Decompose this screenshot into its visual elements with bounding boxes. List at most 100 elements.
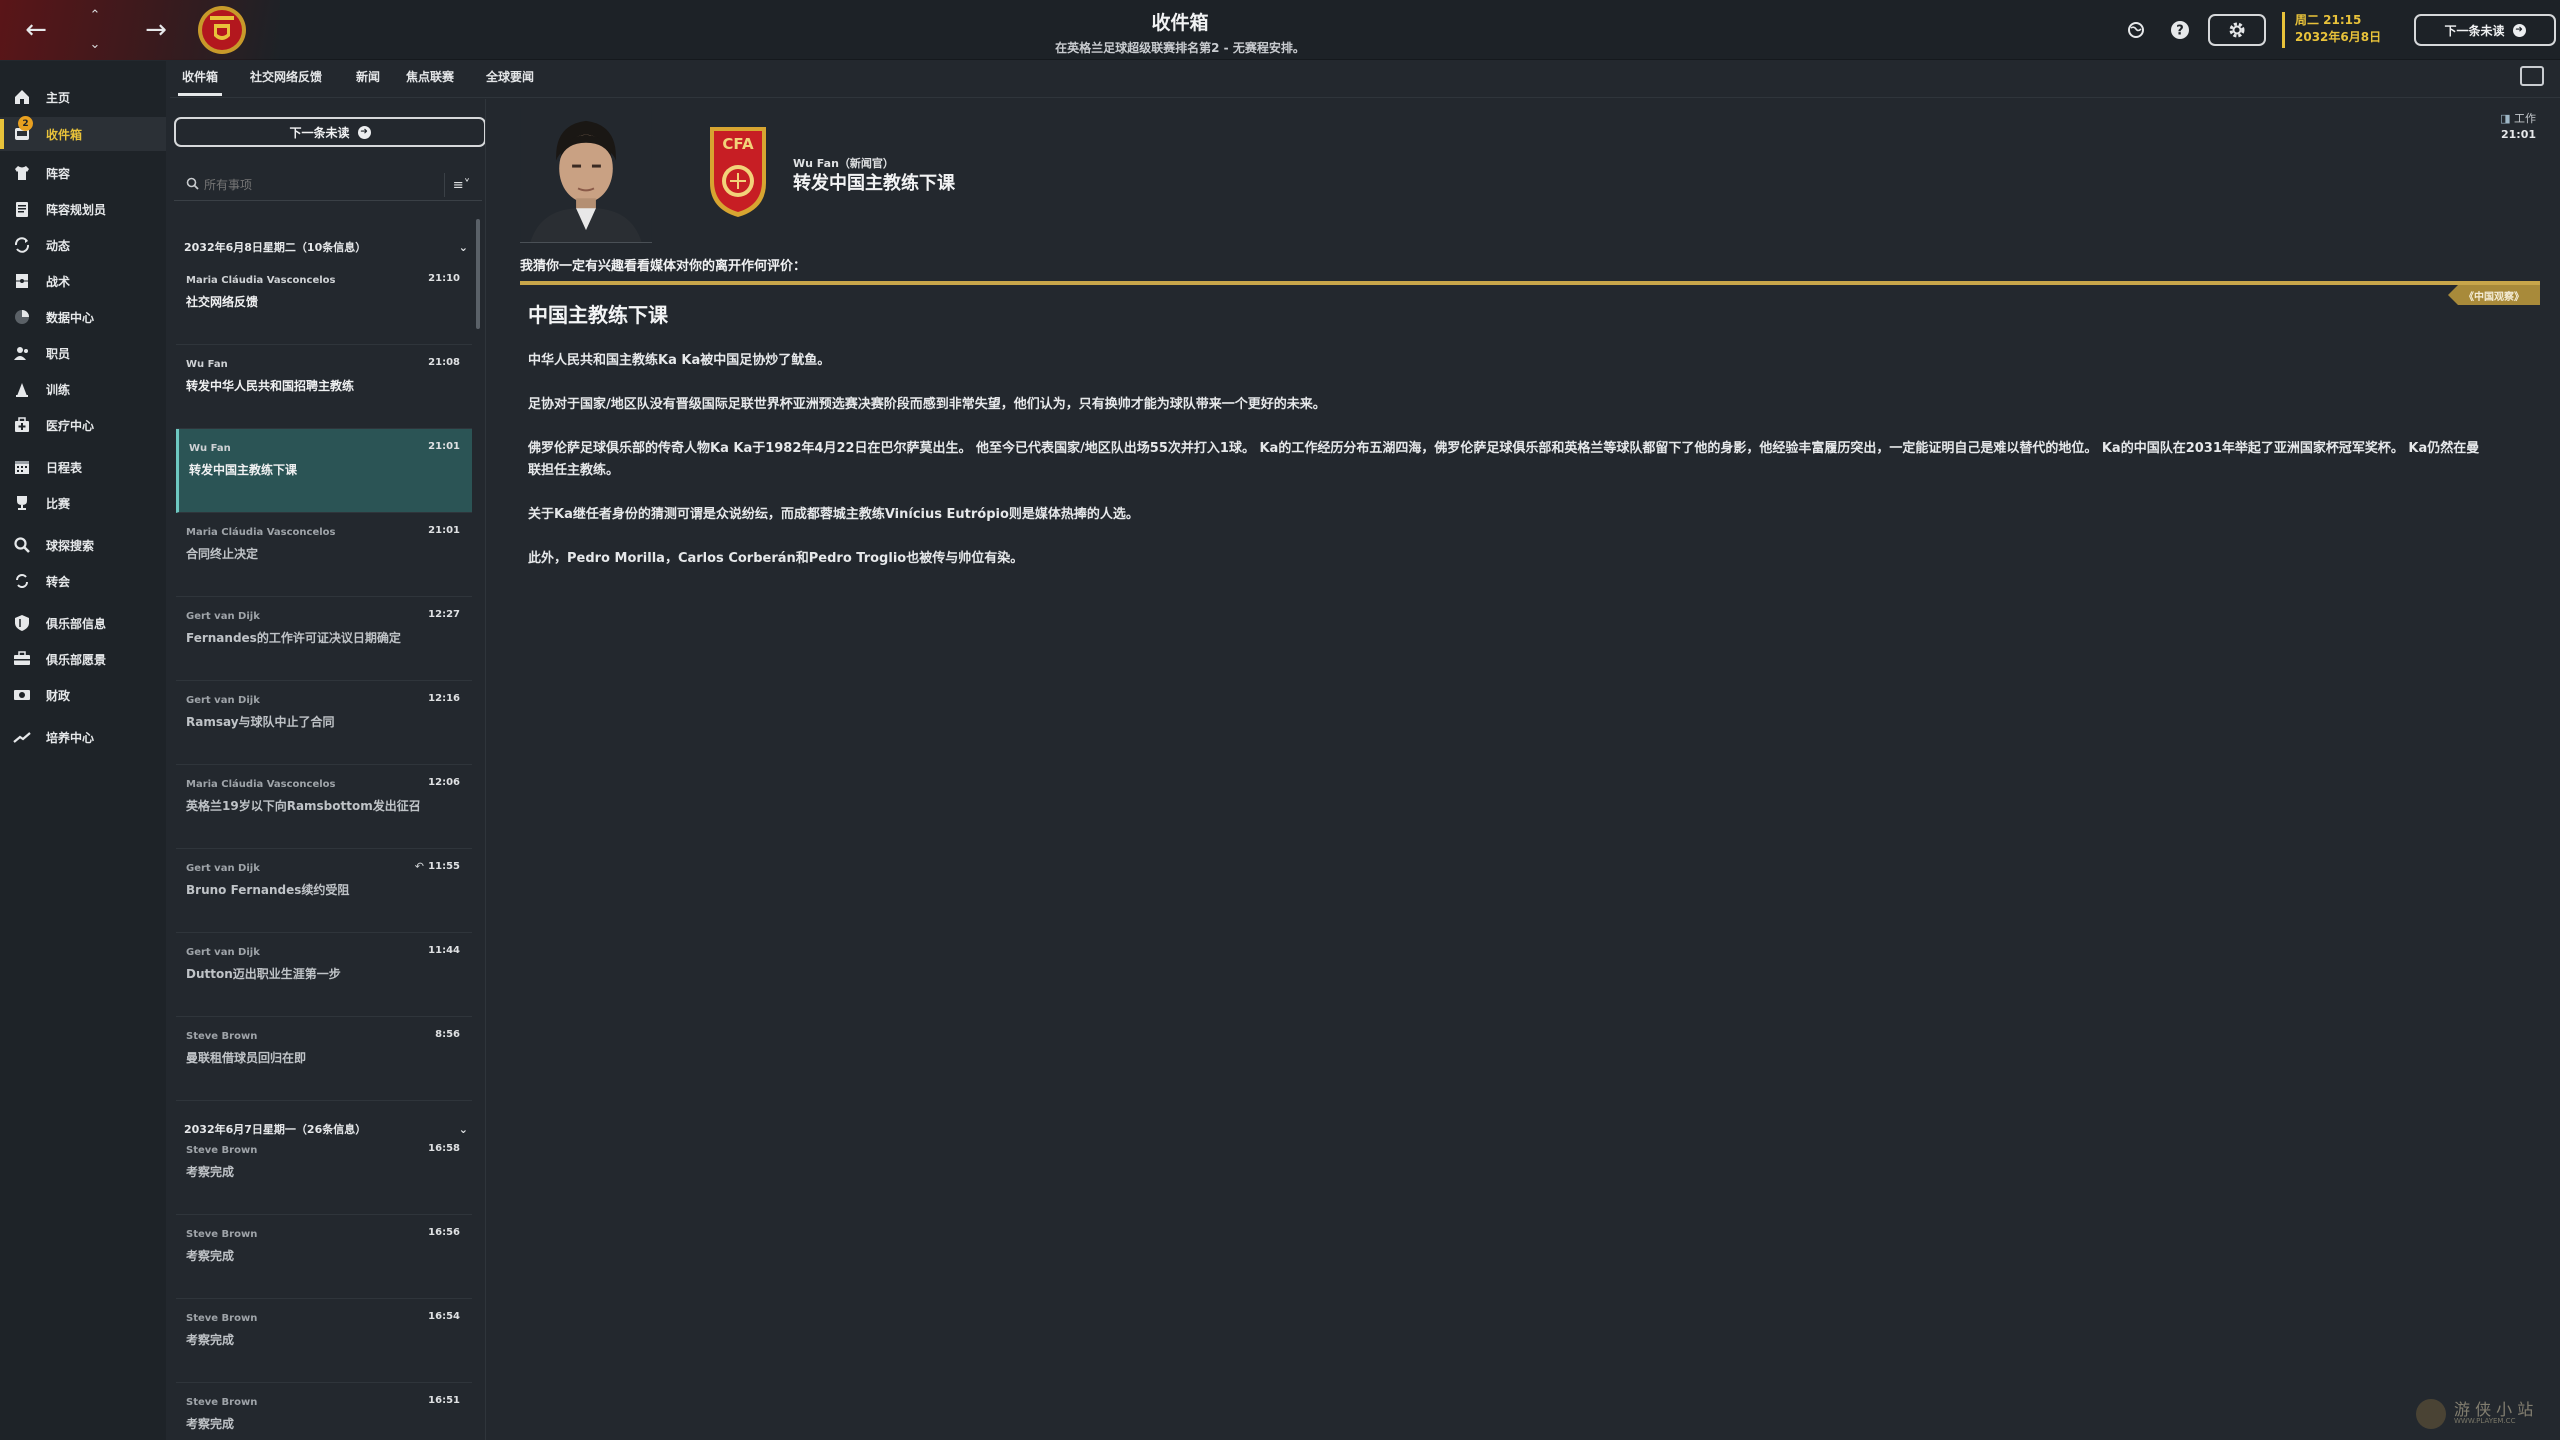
history-updown[interactable]: ⌃ ⌄ [80,8,110,52]
list-item[interactable]: Maria Cláudia Vasconcelos 21:01 合同终止决定 [176,513,472,597]
chevron-down-icon[interactable]: ⌄ [90,37,101,52]
sidebar-item-label: 训练 [46,382,71,397]
message-time: 11:44 [428,945,460,956]
sidebar-item-medical[interactable]: 医疗中心 [0,409,166,441]
message-subject: Fernandes的工作许可证决议日期确定 [186,631,401,645]
help-icon[interactable]: ? [2166,16,2194,44]
message-sender: Steve Brown [186,1031,258,1042]
trophy-icon [12,493,32,513]
message-time: 21:10 [428,273,460,284]
staff-icon [12,343,32,363]
inbox-icon: 2 [12,116,33,144]
message-subject: 曼联租借球员回归在即 [186,1051,307,1065]
chevron-up-icon[interactable]: ⌃ [90,8,101,23]
sidebar-item-label: 数据中心 [46,310,95,325]
scout-icon [12,535,32,555]
club-crest-icon[interactable] [196,4,248,56]
search-input[interactable] [204,173,404,197]
message-time: 16:58 [428,1143,460,1154]
message-time: 8:56 [435,1029,460,1040]
article-paragraph: 中华人民共和国主教练Ka Ka被中国足协炒了鱿鱼。 [528,353,831,368]
game-date-full: 2032年6月8日 [2295,30,2382,44]
transfer-icon [12,571,32,591]
next-unread-button[interactable]: 下一条未读 ➜ [174,117,485,147]
sidebar-item-competitions[interactable]: 比赛 [0,487,166,519]
message-intro: 我猜你一定有兴趣看看媒体对你的离开作何评价： [520,259,807,274]
tab-news[interactable]: 新闻 [352,68,384,93]
cfa-emblem-icon: CFA [710,127,766,217]
message-time: 12:06 [428,777,460,788]
tab-inbox[interactable]: 收件箱 [178,68,223,96]
list-item[interactable]: Steve Brown 16:51 考察完成 [176,1383,472,1440]
sidebar-item-squad[interactable]: 阵容 [0,157,166,189]
message-sender: Wu Fan [186,359,228,370]
tab-world-news[interactable]: 全球要闻 [482,68,538,93]
sidebar-item-label: 培养中心 [46,730,95,745]
sidebar-item-squad-planner[interactable]: 阵容规划员 [0,193,166,225]
sidebar-item-label: 财政 [46,688,71,703]
sidebar-item-transfers[interactable]: 转会 [0,565,166,597]
sidebar-item-label: 阵容规划员 [46,202,107,217]
settings-button[interactable] [2208,14,2266,46]
sidebar-item-training[interactable]: 训练 [0,373,166,405]
article-paragraph: 此外，Pedro Morilla，Carlos Corberán和Pedro T… [528,551,1024,566]
sidebar-item-label: 医疗中心 [46,418,95,433]
sidebar-item-club-vision[interactable]: 俱乐部愿景 [0,643,166,675]
continue-button[interactable]: 下一条未读 ➜ [2414,14,2556,46]
sidebar-item-staff[interactable]: 职员 [0,337,166,369]
game-date[interactable]: 周二 21:15 2032年6月8日 [2282,12,2381,48]
back-arrow-icon[interactable]: ← [16,10,56,50]
watermark-text: 游 侠 小 站 [2454,1400,2534,1419]
sidebar-item-home[interactable]: 主页 [0,81,166,113]
message-subject: 转发中华人民共和国招聘主教练 [186,379,355,393]
message-time: 21:08 [428,357,460,368]
list-item[interactable]: Maria Cláudia Vasconcelos 12:06 英格兰19岁以下… [176,765,472,849]
filter-menu-icon[interactable]: ≡˅ [444,173,478,197]
page-subtitle: 在英格兰足球超级联赛排名第2 - 无赛程安排。 [1055,41,1305,55]
sidebar-item-dynamics[interactable]: 动态 [0,229,166,261]
forward-arrow-icon[interactable]: → [136,10,176,50]
message-subject: Bruno Fernandes续约受阻 [186,883,350,897]
sender-portrait[interactable] [520,107,652,243]
message-subject: Ramsay与球队中止了合同 [186,715,335,729]
date-group-header[interactable]: 2032年6月8日星期二（10条信息） ⌄ [176,233,476,261]
sidebar-item-label: 俱乐部信息 [46,616,107,631]
development-icon [12,727,32,747]
sidebar-item-finances[interactable]: 财政 [0,679,166,711]
layout-toggle-icon[interactable] [2520,66,2544,86]
medical-icon [12,415,32,435]
list-item[interactable]: Gert van Dijk 12:16 Ramsay与球队中止了合同 [176,681,472,765]
list-item[interactable]: Steve Brown 16:58 考察完成 [176,1131,472,1215]
message-time: 16:56 [428,1227,460,1238]
next-unread-label: 下一条未读 [289,125,350,140]
message-time: 11:55 [428,861,460,872]
message-subject: 合同终止决定 [186,547,259,561]
list-item[interactable]: Steve Brown 16:54 考察完成 [176,1299,472,1383]
list-item[interactable]: Maria Cláudia Vasconcelos 21:10 社交网络反馈 [176,261,472,345]
sidebar-item-label: 日程表 [46,460,83,475]
list-item[interactable]: Wu Fan 21:08 转发中华人民共和国招聘主教练 [176,345,472,429]
globe-icon[interactable] [2122,16,2150,44]
date-group-label: 2032年6月8日星期二（10条信息） [184,241,367,254]
list-item[interactable]: Steve Brown 16:56 考察完成 [176,1215,472,1299]
sidebar-item-club-info[interactable]: 俱乐部信息 [0,607,166,639]
sidebar-item-scouting[interactable]: 球探搜索 [0,529,166,561]
list-item[interactable]: Gert van Dijk ↶ 11:55 Bruno Fernandes续约受… [176,849,472,933]
list-item[interactable]: Gert van Dijk 11:44 Dutton迈出职业生涯第一步 [176,933,472,1017]
list-item[interactable]: Steve Brown 8:56 曼联租借球员回归在即 [176,1017,472,1101]
list-item[interactable]: Gert van Dijk 12:27 Fernandes的工作许可证决议日期确… [176,597,472,681]
message-time: 12:16 [428,693,460,704]
tab-focus-leagues[interactable]: 焦点联赛 [402,68,458,93]
svg-text:?: ? [2176,24,2184,39]
sidebar-item-inbox[interactable]: 2 收件箱 [0,116,166,151]
tab-social-feedback[interactable]: 社交网络反馈 [246,68,326,93]
sidebar-item-data-hub[interactable]: 数据中心 [0,301,166,333]
sidebar-item-tactics[interactable]: 战术 [0,265,166,297]
training-icon [12,379,32,399]
list-scrollbar[interactable] [476,219,480,329]
shirt-icon [12,163,32,183]
sidebar-item-development[interactable]: 培养中心 [0,721,166,753]
sidebar-item-schedule[interactable]: 日程表 [0,451,166,483]
list-item-selected[interactable]: Wu Fan 21:01 转发中国主教练下课 [176,429,472,513]
message-list: 下一条未读 ➜ ≡˅ 2032年6月8日星期二（10条信息） ⌄ Maria C… [170,99,486,1440]
